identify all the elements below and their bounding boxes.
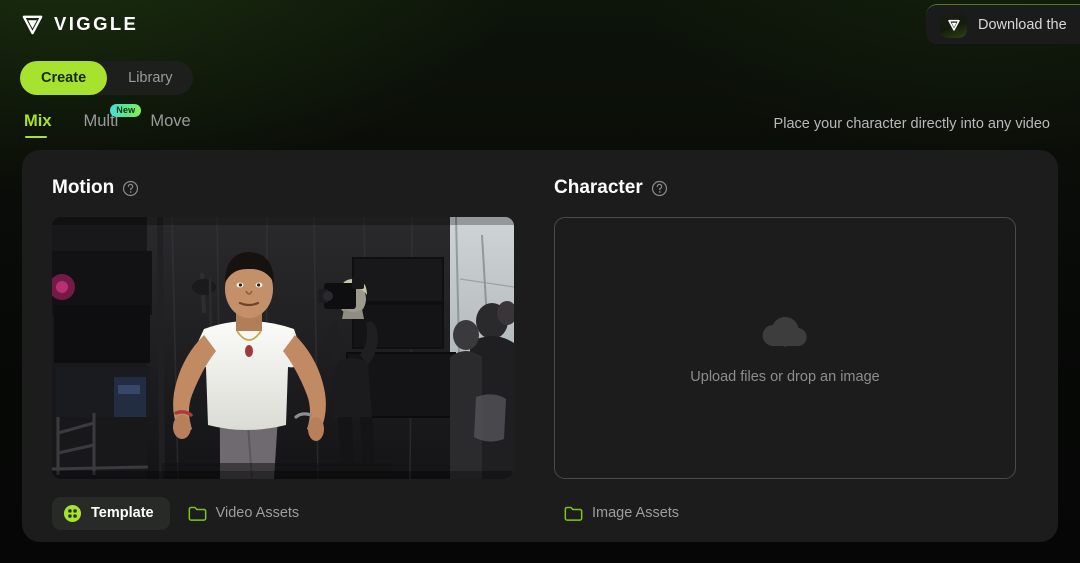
viggle-app-window: VIGGLE Download the Create Library Mix M… <box>0 0 1080 563</box>
tab-move-label: Move <box>150 112 191 130</box>
question-circle-icon[interactable] <box>651 180 668 197</box>
tab-create[interactable]: Create <box>20 61 108 95</box>
tagline-text: Place your character directly into any v… <box>773 116 1050 132</box>
tab-move[interactable]: Move <box>150 112 190 138</box>
top-bar: VIGGLE Download the <box>0 0 1080 48</box>
mode-tabs: Mix Multi New Move <box>24 104 191 138</box>
character-panel-header: Character <box>554 176 1016 200</box>
panels-row: Motion Template Video Assets Character U… <box>22 150 1058 530</box>
template-button[interactable]: Template <box>52 496 170 530</box>
motion-video-preview[interactable] <box>52 217 514 479</box>
video-assets-button[interactable]: Video Assets <box>178 497 310 530</box>
tab-mix-label: Mix <box>24 112 52 130</box>
main-card: Motion Template Video Assets Character U… <box>22 150 1058 542</box>
cloud-upload-icon <box>759 311 811 351</box>
viggle-app-icon <box>940 11 967 38</box>
tab-multi[interactable]: Multi New <box>84 104 142 138</box>
character-title: Character <box>554 177 643 198</box>
motion-title: Motion <box>52 177 115 198</box>
motion-panel: Motion Template Video Assets <box>52 176 514 530</box>
brand-logo[interactable]: VIGGLE <box>20 12 138 37</box>
character-upload-dropzone[interactable]: Upload files or drop an image <box>554 217 1016 479</box>
character-panel: Character Upload files or drop an image … <box>554 176 1016 530</box>
motion-actions: Template Video Assets <box>52 496 514 530</box>
download-banner-text: Download the <box>978 16 1067 33</box>
grid-circle-icon <box>63 504 82 523</box>
question-circle-icon[interactable] <box>122 180 139 197</box>
tab-library[interactable]: Library <box>107 61 193 95</box>
viggle-v-logo-icon <box>20 12 45 37</box>
new-badge: New <box>110 104 142 117</box>
folder-icon <box>188 505 207 521</box>
brand-name: VIGGLE <box>54 13 139 34</box>
image-assets-label: Image Assets <box>592 505 680 521</box>
folder-icon <box>564 505 583 521</box>
upload-instruction-text: Upload files or drop an image <box>690 369 880 385</box>
download-app-banner[interactable]: Download the <box>926 4 1080 44</box>
image-assets-button[interactable]: Image Assets <box>554 497 689 530</box>
tab-mix[interactable]: Mix <box>24 112 52 138</box>
template-button-label: Template <box>91 505 154 521</box>
video-assets-label: Video Assets <box>215 505 300 521</box>
character-actions: Image Assets <box>554 496 1016 530</box>
create-library-toggle: Create Library <box>20 61 194 95</box>
motion-panel-header: Motion <box>52 176 514 200</box>
